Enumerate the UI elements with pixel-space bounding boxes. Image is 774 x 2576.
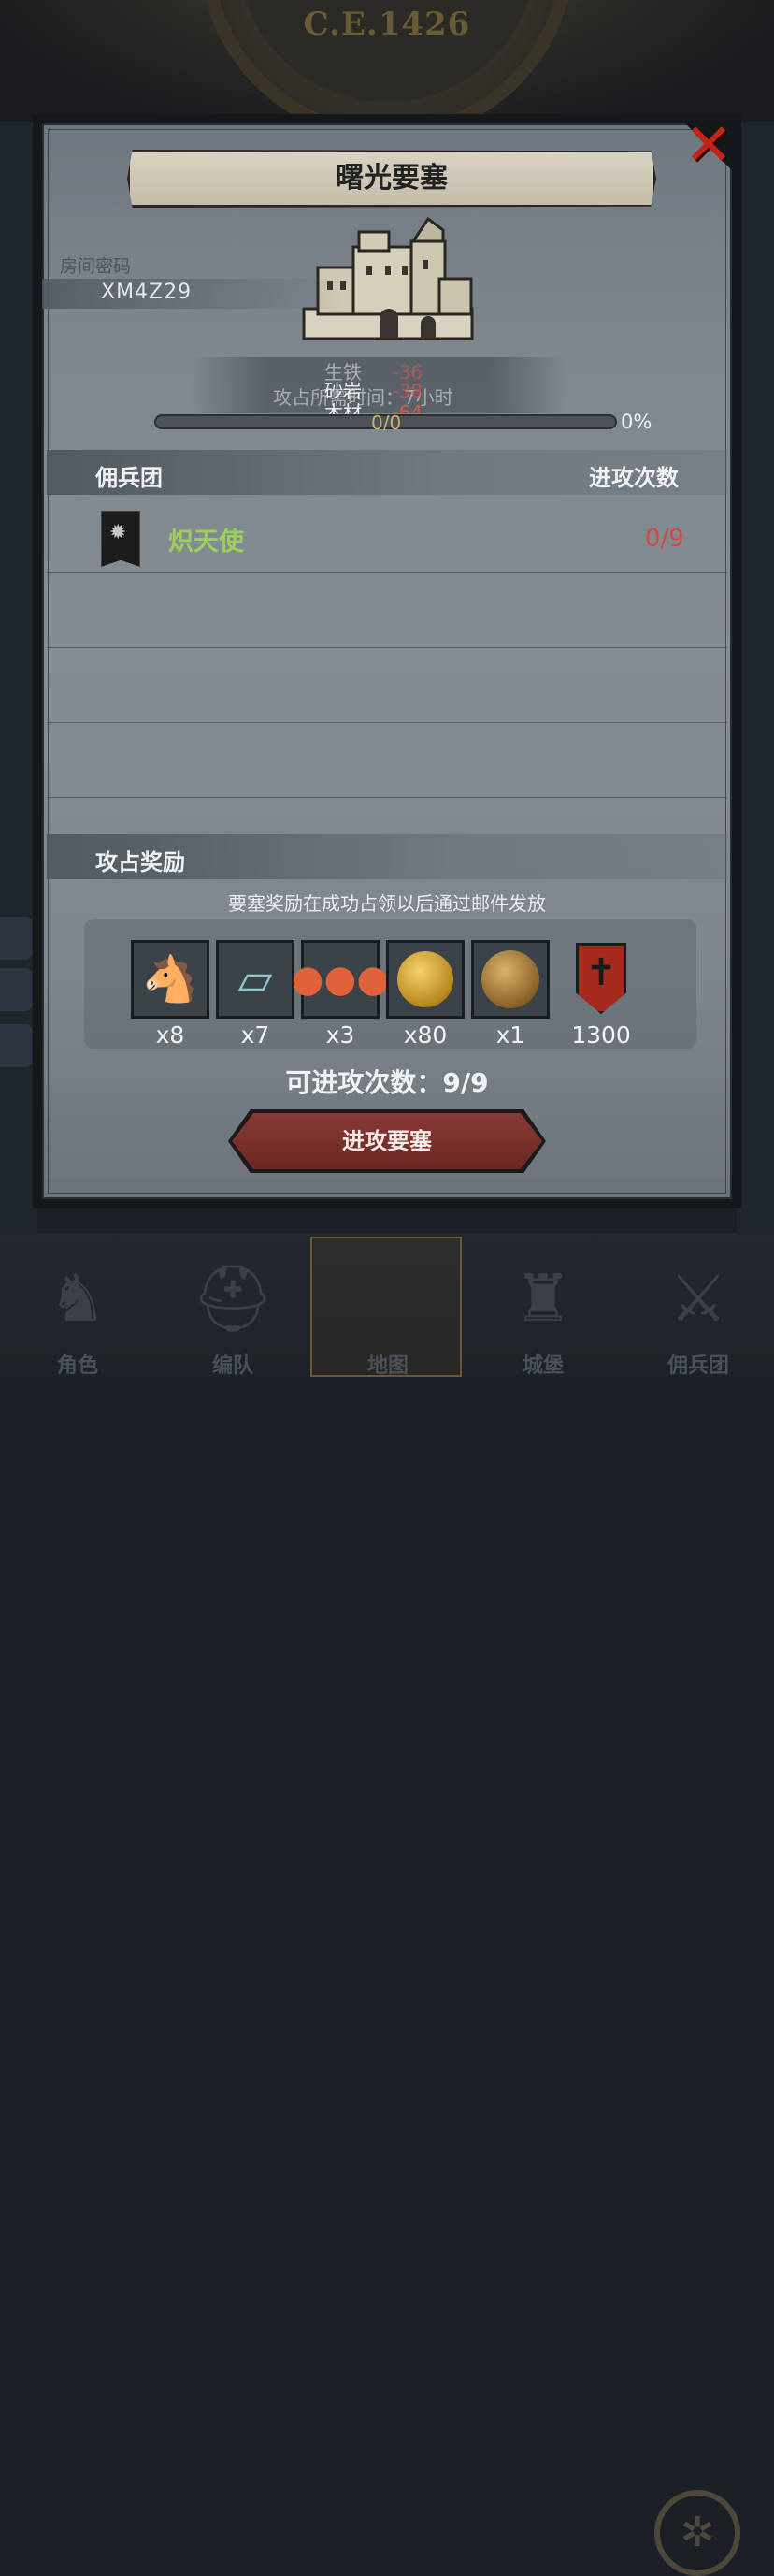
berries-icon[interactable]: ●●● — [292, 940, 389, 1019]
mercenary-name: 炽天使 — [168, 528, 244, 557]
helmet-coin-icon[interactable] — [471, 940, 550, 1019]
nav-label: 角色 — [56, 1354, 98, 1378]
nav-label: 编队 — [211, 1354, 253, 1378]
available-attack-count: 可进攻次数：9/9 — [285, 1067, 489, 1098]
room-code-label: 房间密码 — [60, 256, 132, 277]
row-divider — [47, 722, 727, 723]
gold-coin-icon[interactable] — [386, 940, 465, 1019]
side-tab — [0, 1024, 32, 1067]
attack-fortress-button-label[interactable]: 进攻要塞 — [232, 1113, 542, 1169]
mercenary-banner-icon: ✹ — [101, 511, 140, 567]
dialog-title: 曙光要塞 — [336, 162, 448, 195]
nav-label: 城堡 — [522, 1354, 564, 1378]
reward-qty: x1 — [495, 1021, 525, 1049]
helmet-icon: ⛑ — [191, 1260, 275, 1337]
compass-icon: ✲ — [654, 2490, 740, 2576]
reward-section-title: 攻占奖励 — [95, 849, 185, 876]
castle-icon: ♜ — [513, 1260, 573, 1337]
mercenary-attack-count: 0/9 — [645, 525, 684, 553]
side-tab — [0, 917, 32, 960]
nav-item-castle[interactable]: ♜ 城堡 — [466, 1233, 621, 1378]
room-code: XM4Z29 — [101, 281, 193, 304]
row-divider — [47, 797, 727, 798]
row-divider — [47, 647, 727, 648]
row-divider — [47, 572, 727, 573]
reward-qty: 1300 — [571, 1021, 631, 1049]
reward-qty: x8 — [155, 1021, 185, 1049]
nav-item-character[interactable]: ♞ 角色 — [0, 1233, 155, 1378]
side-tab — [0, 968, 32, 1011]
reward-qty: x7 — [240, 1021, 270, 1049]
nav-item-formation[interactable]: ⛑ 编队 — [155, 1233, 310, 1378]
mercenary-icon: ⚔ — [668, 1260, 728, 1337]
horse-icon[interactable]: 🐴 — [131, 940, 209, 1019]
progress-text: 0/0 — [371, 412, 402, 434]
era-label: C.E.1426 — [303, 6, 471, 43]
cloth-icon[interactable]: ▱ — [216, 940, 294, 1019]
mercenary-section-title: 佣兵团 — [95, 465, 163, 491]
nav-label: 地图 — [366, 1354, 408, 1378]
reward-qty: x80 — [403, 1021, 448, 1049]
attack-count-header: 进攻次数 — [589, 465, 679, 491]
close-icon[interactable]: ✕ — [681, 116, 737, 174]
nav-item-map[interactable]: ✲ 地图 — [310, 1233, 740, 2576]
nav-item-mercenary[interactable]: ⚔ 佣兵团 — [621, 1233, 774, 1378]
nav-label: 佣兵团 — [666, 1354, 729, 1378]
knight-icon: ♞ — [48, 1260, 108, 1337]
reward-qty: x3 — [325, 1021, 355, 1049]
progress-percent: 0% — [621, 411, 652, 433]
reward-note: 要塞奖励在成功占领以后通过邮件发放 — [228, 892, 546, 915]
